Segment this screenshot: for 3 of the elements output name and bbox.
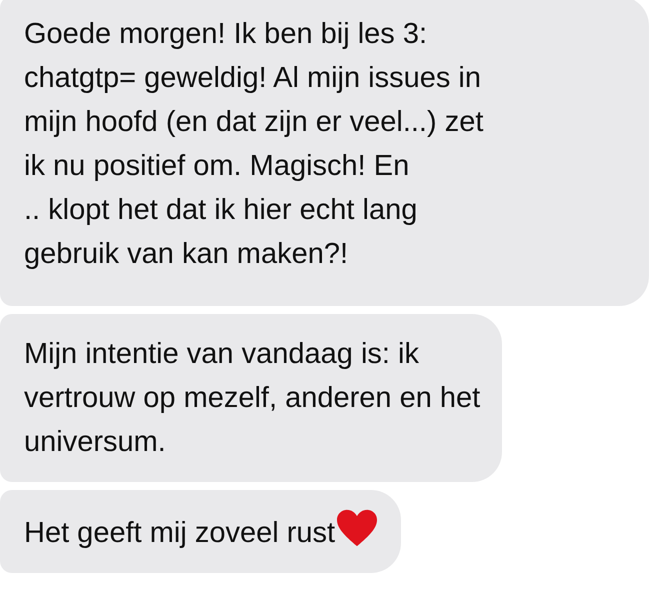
- message-text: Het geeft mij zoveel rust: [24, 517, 336, 549]
- message-text: Mijn intentie van vandaag is: ik vertrouw op mezelf, anderen en het universum.: [24, 338, 480, 458]
- message-text: Goede morgen! Ik ben bij les 3: chatgtp= geweldig! Al mijn issues in mijn hoofd (en dat zijn er veel...) zet ik nu positief om. Magisch! En .. klopt het dat ik hier echt lang gebruik van kan maken?!: [24, 18, 484, 270]
